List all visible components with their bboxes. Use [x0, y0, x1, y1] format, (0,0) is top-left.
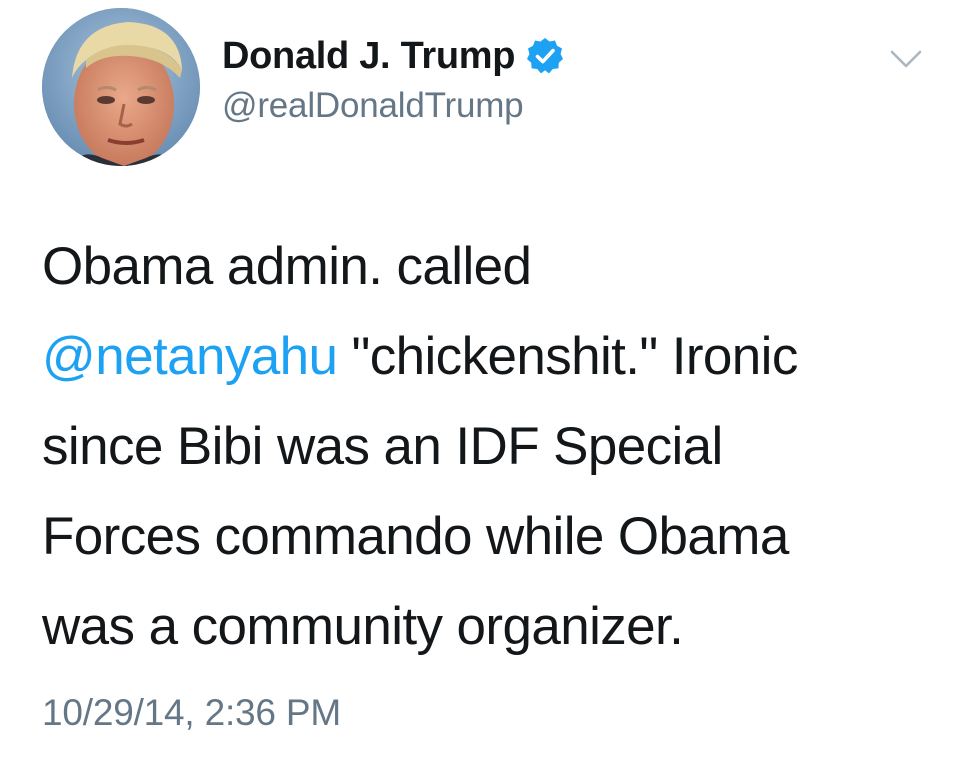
tweet-card: Donald J. Trump @realDonaldTrump Obama a… — [0, 0, 960, 774]
handle[interactable]: @realDonaldTrump — [222, 86, 565, 126]
tweet-line: was a community organizer. — [42, 597, 684, 656]
avatar-image — [42, 8, 200, 166]
tweet-line: Forces commando while Obama — [42, 507, 789, 566]
display-name[interactable]: Donald J. Trump — [222, 35, 516, 78]
avatar[interactable] — [42, 8, 200, 166]
verified-badge-icon — [525, 36, 565, 76]
tweet-text: Obama admin. called @netanyahu "chickens… — [42, 222, 922, 672]
tweet-line: @netanyahu "chickenshit." Ironic — [42, 312, 922, 402]
tweet-line-text: "chickenshit." Ironic — [337, 327, 799, 386]
display-name-row: Donald J. Trump — [222, 32, 565, 80]
mention-link[interactable]: @netanyahu — [42, 327, 338, 386]
chevron-down-icon[interactable] — [886, 44, 926, 74]
author-info: Donald J. Trump @realDonaldTrump — [222, 32, 565, 126]
tweet-line: since Bibi was an IDF Special — [42, 417, 723, 476]
tweet-line: Obama admin. called — [42, 237, 532, 296]
timestamp[interactable]: 10/29/14, 2:36 PM — [42, 692, 341, 734]
